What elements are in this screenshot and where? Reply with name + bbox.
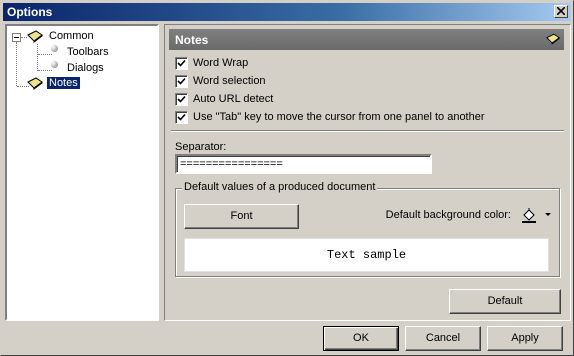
bg-color-label: Default background color: — [385, 209, 511, 221]
bullet-icon — [51, 61, 58, 68]
collapse-icon[interactable] — [12, 33, 21, 42]
ok-button[interactable]: OK — [323, 326, 399, 351]
tree-connector — [37, 44, 38, 71]
note-folder-icon — [27, 30, 43, 43]
panel-header: Notes — [169, 29, 564, 50]
auto-url-label: Auto URL detect — [193, 93, 274, 105]
window-title: Options — [7, 5, 53, 19]
font-button[interactable]: Font — [184, 204, 299, 229]
close-button[interactable] — [554, 5, 568, 18]
paint-bucket-icon[interactable] — [521, 207, 537, 223]
ok-button-label: OK — [353, 332, 369, 344]
group-title: Default values of a produced document — [182, 181, 378, 193]
notes-panel: Notes Word Wrap Word selection Auto URL … — [164, 24, 571, 321]
font-button-label: Font — [230, 210, 253, 222]
tree-connector — [16, 42, 17, 86]
tree-item-label: Toolbars — [67, 46, 109, 58]
options-dialog: Options Common Toolbars Dialogs Notes No… — [0, 0, 574, 356]
apply-button[interactable]: Apply — [487, 326, 563, 351]
tree-item-label: Dialogs — [67, 62, 104, 74]
panel-title: Notes — [175, 33, 209, 47]
word-wrap-checkbox[interactable] — [175, 57, 188, 70]
tree-item-notes[interactable]: Notes — [46, 76, 81, 91]
default-values-group: Default values of a produced document Fo… — [175, 181, 560, 277]
word-selection-checkbox[interactable] — [175, 75, 188, 88]
close-icon — [557, 7, 565, 15]
word-wrap-label: Word Wrap — [193, 57, 249, 69]
tree-item-label: Notes — [46, 76, 81, 90]
tree-item-toolbars[interactable]: Toolbars — [65, 45, 111, 60]
tab-key-label: Use "Tab" key to move the cursor from on… — [193, 111, 485, 123]
apply-button-label: Apply — [511, 332, 539, 344]
title-bar[interactable]: Options — [3, 3, 571, 21]
tree-item-common[interactable]: Common — [47, 29, 96, 44]
default-button[interactable]: Default — [449, 289, 561, 314]
tree-connector — [38, 54, 52, 55]
default-button-label: Default — [487, 295, 523, 307]
tab-key-checkbox[interactable] — [175, 111, 188, 124]
cancel-button-label: Cancel — [425, 332, 461, 344]
word-selection-label: Word selection — [193, 75, 266, 87]
note-icon — [27, 77, 43, 90]
options-tree[interactable]: Common Toolbars Dialogs Notes — [5, 24, 159, 321]
text-sample-preview: Text sample — [184, 238, 549, 272]
chevron-down-icon[interactable] — [545, 213, 551, 216]
tree-connector — [38, 70, 52, 71]
bullet-icon — [51, 45, 58, 52]
separator-label: Separator: — [175, 141, 227, 153]
cancel-button[interactable]: Cancel — [405, 326, 481, 351]
auto-url-checkbox[interactable] — [175, 93, 188, 106]
divider — [171, 130, 564, 132]
tree-item-dialogs[interactable]: Dialogs — [65, 61, 106, 76]
tree-item-label: Common — [49, 30, 94, 42]
note-icon — [546, 33, 560, 45]
separator-input[interactable]: ================ — [175, 154, 432, 174]
